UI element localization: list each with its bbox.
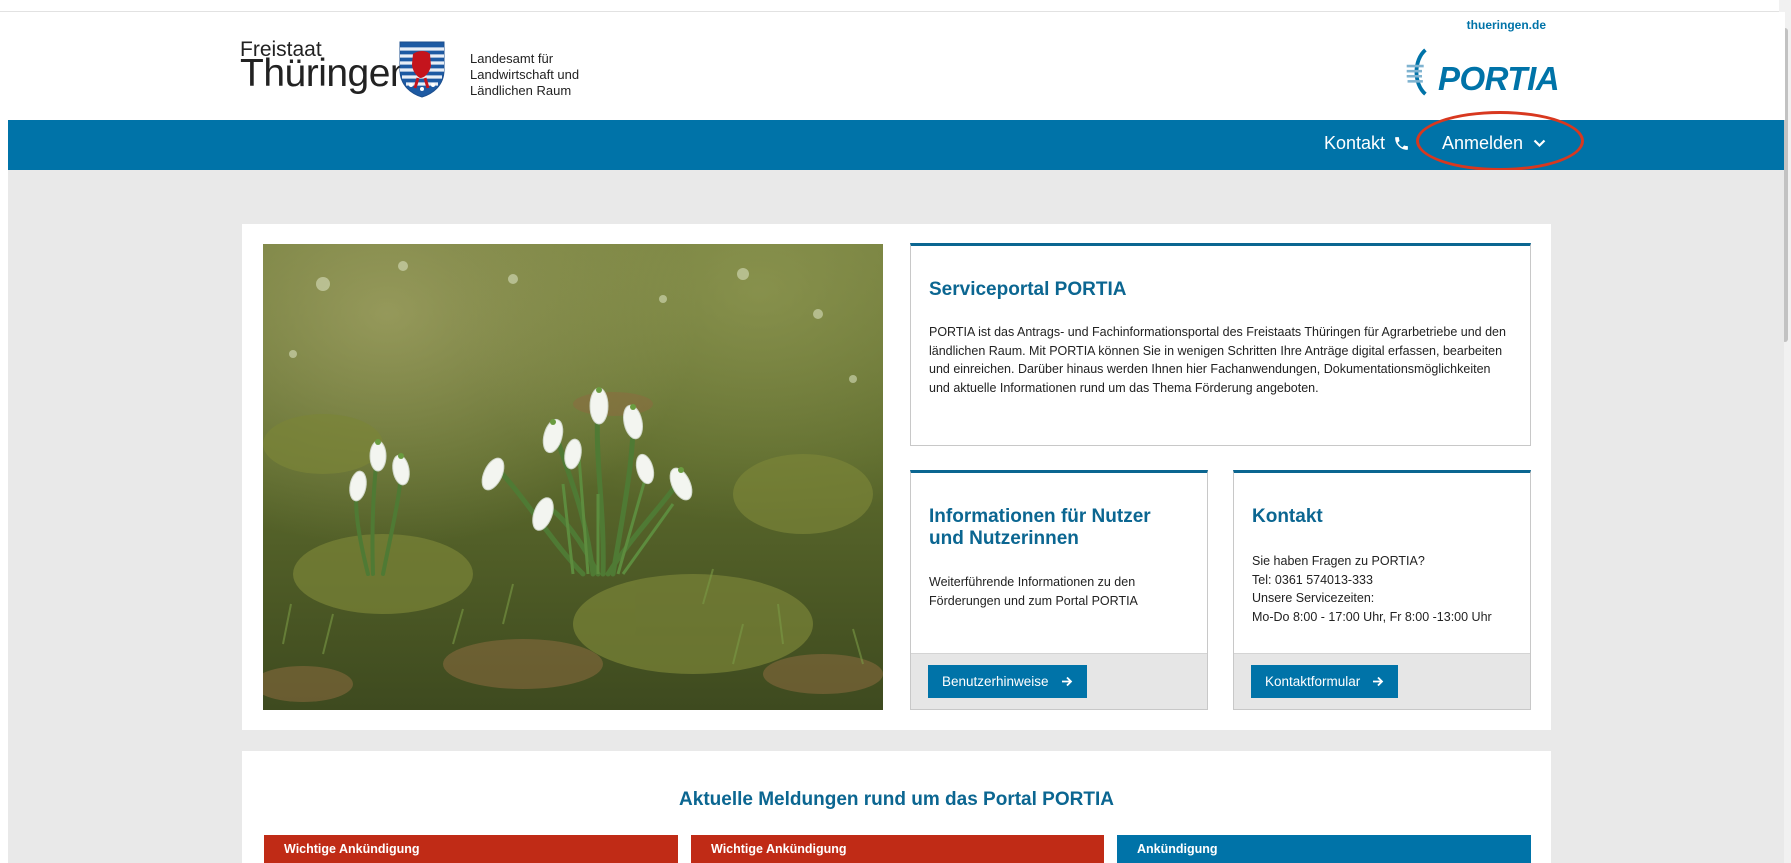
- portia-logo-text[interactable]: PORTIA: [1438, 60, 1560, 98]
- hero-snowdrops-image: [263, 244, 883, 710]
- news-heading: Aktuelle Meldungen rund um das Portal PO…: [679, 789, 1114, 810]
- contact-phone: Tel: 0361 574013-333: [1252, 572, 1373, 587]
- contact-title: Kontakt: [1252, 506, 1323, 527]
- benutzerhinweise-button-label: Benutzerhinweise: [942, 674, 1049, 689]
- news-tab-announcement[interactable]: Ankündigung: [1117, 835, 1531, 863]
- arrow-right-icon: [1061, 676, 1072, 687]
- serviceportal-card: Serviceportal PORTIA PORTIA ist das Antr…: [910, 243, 1531, 446]
- browser-top-edge: [0, 0, 1791, 12]
- contact-hours: Mo-Do 8:00 - 17:00 Uhr, Fr 8:00 -13:00 U…: [1252, 609, 1492, 624]
- news-tab-important-1[interactable]: Wichtige Ankündigung: [264, 835, 678, 863]
- phone-icon: [1395, 137, 1408, 150]
- logo-thueringen-text: Thüringen: [240, 52, 412, 95]
- contact-line: Unsere Servicezeiten:: [1252, 591, 1375, 605]
- news-tab-important-2[interactable]: Wichtige Ankündigung: [691, 835, 1104, 863]
- agency-line: Landwirtschaft und: [470, 67, 580, 82]
- serviceportal-title: Serviceportal PORTIA: [929, 279, 1127, 300]
- anmelden-highlight-annotation: [1416, 111, 1584, 171]
- portia-logo-icon[interactable]: [1405, 44, 1439, 100]
- user-info-title: Informationen für Nutzer und Nutzerinnen: [929, 506, 1151, 549]
- agency-name: Landesamt für Landwirtschaft und Ländlic…: [470, 51, 579, 99]
- nav-kontakt-label: Kontakt: [1324, 133, 1386, 153]
- agency-line: Ländlichen Raum: [470, 83, 572, 98]
- hero-illustration: [263, 244, 883, 710]
- nav-kontakt-link[interactable]: Kontakt: [1324, 133, 1410, 154]
- benutzerhinweise-button[interactable]: Benutzerhinweise: [928, 665, 1087, 698]
- kontaktformular-button-label: Kontaktformular: [1265, 674, 1361, 689]
- serviceportal-description: PORTIA ist das Antrags- und Fachinformat…: [929, 325, 1506, 395]
- user-info-card-footer: Benutzerhinweise: [911, 653, 1207, 709]
- contact-details: Sie haben Fragen zu PORTIA? Tel: 0361 57…: [1252, 552, 1527, 626]
- user-info-description: Weiterführende Informationen zu den Förd…: [929, 575, 1138, 608]
- agency-line: Landesamt für: [470, 51, 554, 66]
- contact-card-footer: Kontaktformular: [1234, 653, 1530, 709]
- user-info-card: Informationen für Nutzer und Nutzerinnen…: [910, 470, 1208, 710]
- news-tab-label: Wichtige Ankündigung: [711, 842, 847, 856]
- thueringen-de-link[interactable]: thueringen.de: [1450, 18, 1546, 32]
- news-tab-label: Wichtige Ankündigung: [284, 842, 420, 856]
- thueringen-crest-icon: [399, 41, 445, 98]
- arrow-right-icon: [1373, 676, 1384, 687]
- news-tab-label: Ankündigung: [1137, 842, 1218, 856]
- contact-line: Sie haben Fragen zu PORTIA?: [1252, 554, 1425, 568]
- contact-card: Kontakt Sie haben Fragen zu PORTIA? Tel:…: [1233, 470, 1531, 710]
- kontaktformular-button[interactable]: Kontaktformular: [1251, 665, 1399, 698]
